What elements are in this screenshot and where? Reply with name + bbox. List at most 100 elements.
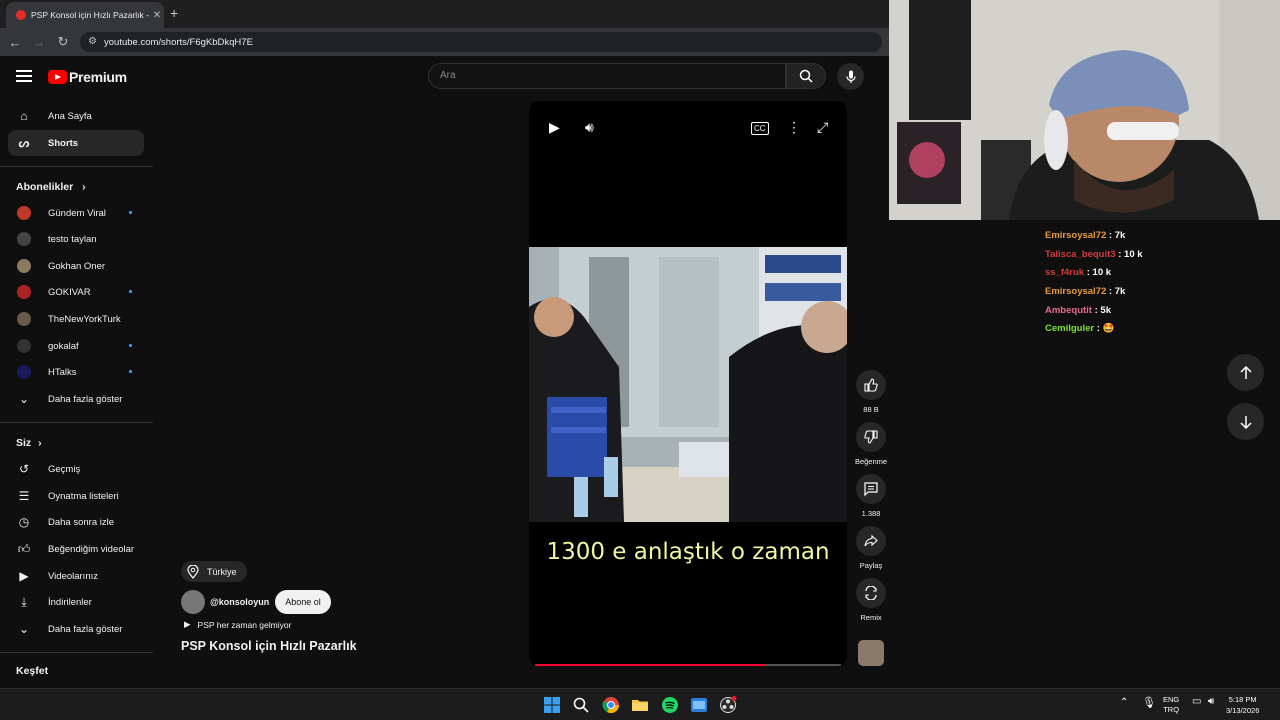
new-content-dot xyxy=(129,290,132,293)
music-row[interactable]: ▶ PSP her zaman gelmiyor xyxy=(184,619,291,630)
search-button[interactable] xyxy=(786,63,826,89)
channel-name: Gündem Viral xyxy=(48,207,106,219)
chrome-icon[interactable] xyxy=(602,696,620,714)
spotify-icon[interactable] xyxy=(661,696,679,714)
menu-icon[interactable] xyxy=(16,70,32,82)
location-label: Türkiye xyxy=(207,566,237,577)
channel-handle[interactable]: @konsoloyun xyxy=(210,597,269,607)
channel-avatar xyxy=(17,365,31,379)
dislike-button[interactable]: Beğenme xyxy=(855,422,887,466)
show-more-you[interactable]: ⌄ Daha fazla göster xyxy=(8,616,144,642)
video-caption: 1300 e anlaştık o zaman xyxy=(546,539,830,565)
sidebar-sub-item[interactable]: Gündem Viral xyxy=(8,200,144,226)
url-bar[interactable]: ⚙ youtube.com/shorts/F6gKbDkqH7E xyxy=(80,32,882,52)
volume-icon[interactable]: 🔊︎ xyxy=(585,119,594,136)
file-explorer-icon[interactable] xyxy=(631,696,649,714)
chat-text: 7k xyxy=(1114,286,1126,297)
comment-count: 1.388 xyxy=(861,509,881,518)
share-label: Paylaş xyxy=(859,561,883,570)
chat-username: Emirsoysal72 xyxy=(1045,286,1107,297)
remix-icon xyxy=(865,586,877,600)
search-input[interactable]: Ara xyxy=(428,63,786,89)
sidebar-item-home[interactable]: ⌂ Ana Sayfa xyxy=(8,103,144,129)
sidebar-sub-item[interactable]: Gokhan Oner xyxy=(8,253,144,279)
chevron-up-icon[interactable]: ⌃ xyxy=(1120,697,1128,708)
chat-text: 10 k xyxy=(1124,249,1143,260)
comments-button[interactable]: 1.388 xyxy=(855,474,887,518)
sidebar-item-your-videos[interactable]: ▶ Videolarınız xyxy=(8,563,144,589)
url-text: youtube.com/shorts/F6gKbDkqH7E xyxy=(104,36,253,48)
chat-username: Talisca_bequit3 xyxy=(1045,249,1116,260)
next-short-button[interactable] xyxy=(1227,403,1264,440)
channel-avatar[interactable] xyxy=(181,590,205,614)
sound-thumbnail[interactable] xyxy=(858,640,884,666)
clock[interactable]: 5:18 PM 3/13/2026 xyxy=(1226,694,1259,716)
play-icon[interactable]: ▶ xyxy=(549,119,560,136)
back-icon[interactable]: ← xyxy=(3,35,27,50)
comment-icon xyxy=(864,482,878,496)
shorts-player[interactable]: ▶ 🔊︎ CC ⋮ ⤢ 1300 e anlaştık o zaman xyxy=(529,101,847,666)
search-icon xyxy=(799,69,813,83)
subscriptions-header[interactable]: Abonelikler › xyxy=(16,181,86,193)
you-header[interactable]: Siz › xyxy=(16,437,42,449)
fullscreen-icon[interactable]: ⤢ xyxy=(817,119,828,136)
location-chip[interactable]: Türkiye xyxy=(181,561,247,582)
video-title[interactable]: PSP Konsol için Hızlı Pazarlık xyxy=(181,639,357,653)
network-icon[interactable]: ▭ xyxy=(1192,696,1201,707)
chat-message: Emirsoysal72 : 7k xyxy=(1045,230,1126,241)
chat-text: 🤩 xyxy=(1102,323,1115,334)
show-more-subscriptions[interactable]: ⌄ Daha fazla göster xyxy=(8,386,144,412)
sidebar-item-shorts[interactable]: ᔕ Shorts xyxy=(8,130,144,156)
reload-icon[interactable]: ↻ xyxy=(51,34,75,50)
chat-text: 10 k xyxy=(1092,267,1112,278)
remix-label: Remix xyxy=(860,613,882,622)
captions-icon[interactable]: CC xyxy=(751,122,769,135)
sidebar-sub-item[interactable]: gokalaf xyxy=(8,333,144,359)
like-button[interactable]: 88 B xyxy=(855,370,887,414)
voice-search-button[interactable] xyxy=(837,63,864,90)
channel-name: HTalks xyxy=(48,366,77,378)
windows-start-icon[interactable] xyxy=(543,696,561,714)
sidebar-item-watch-later[interactable]: ◷ Daha sonra izle xyxy=(8,509,144,535)
stream-chat-overlay: Emirsoysal72 : 7k Talisca_bequit3 : 10 k… xyxy=(1040,220,1280,340)
subscribe-button[interactable]: Abone ol xyxy=(275,590,331,614)
speaker-icon[interactable]: 🔊︎ xyxy=(1208,696,1214,707)
sidebar-sub-item[interactable]: TheNewYorkTurk xyxy=(8,306,144,332)
sidebar-item-label: Videolarınız xyxy=(48,570,98,582)
sidebar-item-label: Daha fazla göster xyxy=(48,623,123,635)
explore-header: Keşfet xyxy=(16,665,49,677)
more-options-icon[interactable]: ⋮ xyxy=(787,119,801,136)
clock-time: 5:18 PM xyxy=(1228,695,1257,704)
language-indicator[interactable]: ENG TRQ xyxy=(1163,695,1179,715)
microphone-icon[interactable]: 🎙︎ xyxy=(1142,696,1156,709)
sidebar-item-history[interactable]: ↺ Geçmiş xyxy=(8,456,144,482)
channel-avatar xyxy=(17,312,31,326)
browser-tab[interactable]: PSP Konsol için Hızlı Pazarlık - Y ✕ xyxy=(6,2,164,28)
chat-message: Talisca_bequit3 : 10 k xyxy=(1045,249,1143,260)
remix-button[interactable]: Remix xyxy=(855,578,887,622)
channel-avatar xyxy=(17,206,31,220)
sidebar-item-playlists[interactable]: ☰ Oynatma listeleri xyxy=(8,483,144,509)
site-info-icon[interactable]: ⚙ xyxy=(88,36,97,47)
chat-username: Emirsoysal72 xyxy=(1045,230,1107,241)
new-tab-icon[interactable]: + xyxy=(170,5,178,21)
share-button[interactable]: Paylaş xyxy=(855,526,887,570)
forward-icon[interactable]: → xyxy=(27,35,51,50)
obs-icon[interactable] xyxy=(719,696,737,714)
language-top: ENG xyxy=(1163,695,1180,704)
progress-bar[interactable] xyxy=(535,664,841,666)
sidebar-sub-item[interactable]: testo taylan xyxy=(8,226,144,252)
youtube-premium-logo[interactable]: Premium xyxy=(48,69,127,85)
close-tab-icon[interactable]: ✕ xyxy=(150,10,164,21)
home-icon: ⌂ xyxy=(20,109,28,123)
sidebar-item-downloads[interactable]: ⤓ İndirilenler xyxy=(8,589,144,615)
app-icon[interactable] xyxy=(690,696,708,714)
chat-text: 5k xyxy=(1100,305,1111,316)
sidebar-item-label: Daha fazla göster xyxy=(48,393,123,405)
previous-short-button[interactable] xyxy=(1227,354,1264,391)
sidebar-item-liked[interactable]: 👍︎ Beğendiğim videolar xyxy=(8,536,144,562)
arrow-down-icon xyxy=(1239,415,1252,429)
sidebar-sub-item[interactable]: GOKIVAR xyxy=(8,279,144,305)
search-icon[interactable] xyxy=(572,696,590,714)
sidebar-sub-item[interactable]: HTalks xyxy=(8,359,144,385)
